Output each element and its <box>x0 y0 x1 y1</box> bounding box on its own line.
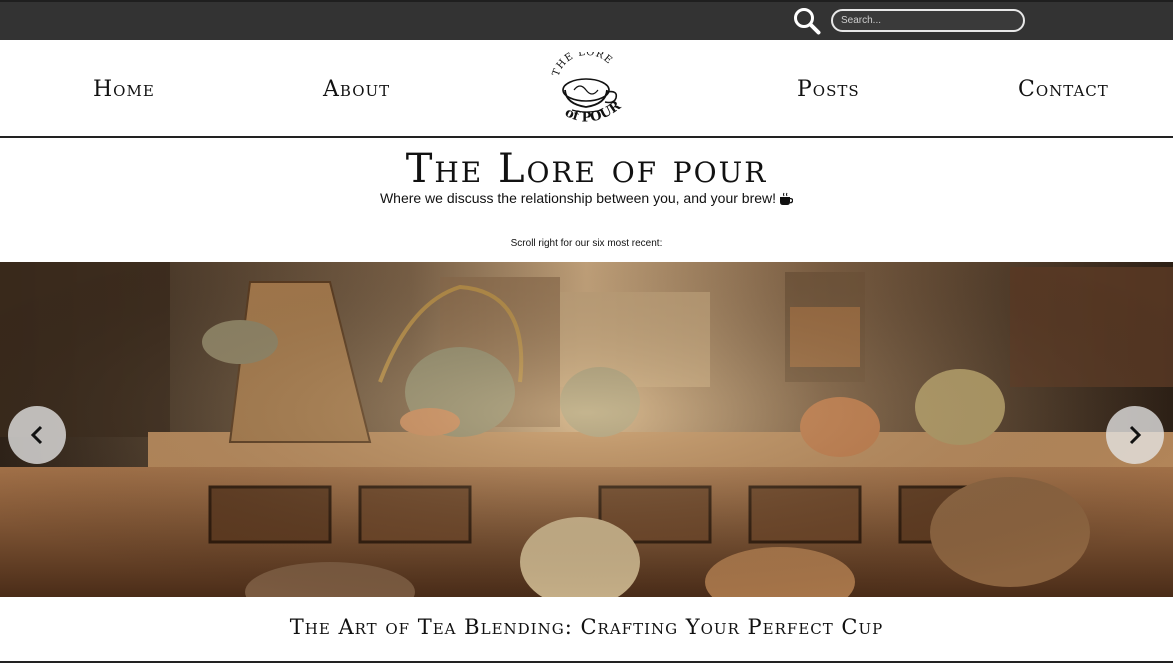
coffee-cup-icon <box>780 192 794 205</box>
carousel-next-button[interactable] <box>1106 406 1164 464</box>
chevron-right-icon <box>1129 425 1142 445</box>
logo-top-text: THE LORE <box>551 52 614 78</box>
nav-home-link[interactable]: Home <box>93 77 155 102</box>
site-title: The Lore of pour <box>405 146 768 192</box>
divider <box>0 661 1173 663</box>
tagline-text: Where we discuss the relationship betwee… <box>379 190 777 206</box>
carousel-slide-image[interactable] <box>0 262 1173 597</box>
nav-about-link[interactable]: About <box>323 77 390 102</box>
search-icon[interactable] <box>793 7 821 35</box>
tagline: Where we discuss the relationship betwee… <box>0 190 1173 206</box>
scroll-hint: Scroll right for our six most recent: <box>510 238 663 249</box>
carousel-post-title-link[interactable]: The Art of Tea Blending: Crafting Your P… <box>0 615 1173 639</box>
chevron-left-icon <box>30 425 43 445</box>
top-bar-edge <box>0 0 1173 2</box>
svg-text:THE LORE: THE LORE <box>551 52 615 78</box>
site-logo[interactable]: THE LORE of POUR <box>544 52 630 126</box>
nav-contact-link[interactable]: Contact <box>1018 77 1109 102</box>
nav-posts-link[interactable]: Posts <box>797 77 860 102</box>
carousel-prev-button[interactable] <box>8 406 66 464</box>
top-bar <box>0 0 1173 40</box>
main-nav: Home About THE LORE of POUR Posts Contac… <box>0 40 1173 138</box>
search-input[interactable] <box>831 9 1025 32</box>
